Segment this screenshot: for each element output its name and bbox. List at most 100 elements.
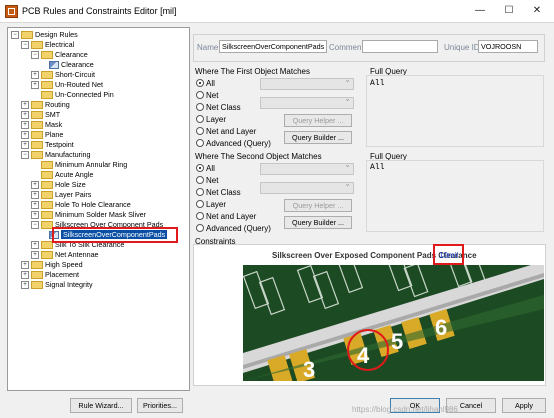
first-radio-net[interactable] [196,91,204,99]
second-option-label: Net and Layer [206,212,257,221]
apply-button[interactable]: Apply [502,398,546,413]
first-query-helper-button[interactable]: Query Helper ... [284,114,352,127]
tree-node-high-speed[interactable]: + High Speed [21,260,83,270]
folder-icon [41,91,53,100]
first-radio-all[interactable] [196,79,204,87]
comment-label: Comment [329,43,364,52]
second-option-label: Net Class [206,188,241,197]
tree-node-layer-pairs[interactable]: + Layer Pairs [31,190,91,200]
tree-node-hole-to-hole[interactable]: + Hole To Hole Clearance [31,200,131,210]
folder-icon [31,41,43,50]
second-match-title: Where The Second Object Matches [195,152,322,161]
second-query-helper-button[interactable]: Query Helper ... [284,199,352,212]
expand-icon[interactable]: + [31,81,39,90]
tree-node-unconnected-pin[interactable]: Un-Connected Pin [41,90,114,100]
tree-node-short-circuit[interactable]: + Short-Circuit [31,70,95,80]
folder-icon [31,131,43,140]
tree-node-plane[interactable]: + Plane [21,130,63,140]
first-radio-net-and-layer[interactable] [196,127,204,135]
first-query-builder-button[interactable]: Query Builder ... [284,131,352,144]
pad-number-6: 6 [435,315,447,340]
folder-icon [31,261,43,270]
title-bar: PCB Rules and Constraints Editor [mil] —… [0,0,554,23]
folder-icon [41,71,53,80]
first-radio-net-class[interactable] [196,103,204,111]
second-option-label: Layer [206,200,227,209]
folder-icon [31,141,43,150]
expand-icon[interactable]: + [31,211,39,220]
unique-id-label: Unique ID [444,43,480,52]
tree-node-hole-size[interactable]: + Hole Size [31,180,86,190]
tree-node-mask[interactable]: + Mask [21,120,62,130]
name-label: Name [197,43,219,52]
folder-icon [21,31,33,40]
second-combo-1[interactable] [260,160,354,175]
expand-icon[interactable]: + [31,71,39,80]
expand-icon[interactable]: + [31,251,39,260]
expand-icon[interactable]: + [21,271,29,280]
expand-icon[interactable]: + [21,261,29,270]
tree-node-min-solder-mask[interactable]: + Minimum Solder Mask Sliver [31,210,146,220]
tree-node-net-antennae[interactable]: + Net Antennae [31,250,99,260]
second-query-builder-button[interactable]: Query Builder ... [284,216,352,229]
collapse-icon[interactable]: − [31,51,39,60]
tree-node-signal-integrity[interactable]: + Signal Integrity [21,280,93,290]
first-full-query-box [366,75,544,147]
tree-node-placement[interactable]: + Placement [21,270,79,280]
first-option-label: Advanced (Query) [206,139,271,148]
folder-icon [41,201,53,210]
expand-icon[interactable]: + [31,181,39,190]
expand-icon[interactable]: + [31,191,39,200]
collapse-icon[interactable]: − [21,151,29,160]
second-radio-net-and-layer[interactable] [196,212,204,220]
tree-node-routing[interactable]: + Routing [21,100,70,110]
first-radio-advanced[interactable] [196,139,204,147]
second-radio-advanced[interactable] [196,224,204,232]
rule-name-field[interactable]: SilkscreenOverComponentPads [219,40,327,53]
tree-node-clearance-rule[interactable]: Clearance [49,60,94,70]
folder-icon [31,151,43,160]
second-radio-layer[interactable] [196,200,204,208]
second-option-label: Net [206,176,219,185]
rule-wizard-button[interactable]: Rule Wizard... [70,398,132,413]
collapse-icon[interactable]: − [31,221,39,230]
priorities-button[interactable]: Priorities... [137,398,183,413]
expand-icon[interactable]: + [21,141,29,150]
expand-icon[interactable]: + [31,201,39,210]
first-combo-1[interactable] [260,75,354,90]
tree-node-acute-angle[interactable]: Acute Angle [41,170,93,180]
second-radio-net[interactable] [196,176,204,184]
folder-icon [41,81,53,90]
tree-node-unrouted-net[interactable]: + Un-Routed Net [31,80,103,90]
unique-id-field[interactable]: VOJROOSN [478,40,538,53]
tree-node-min-annular-ring[interactable]: Minimum Annular Ring [41,160,127,170]
tree-node-electrical[interactable]: − Electrical [21,40,74,50]
maximize-button[interactable]: ☐ [495,3,523,18]
collapse-icon[interactable]: − [21,41,29,50]
second-radio-net-class[interactable] [196,188,204,196]
app-icon [5,5,18,18]
expand-icon[interactable]: + [31,241,39,250]
expand-icon[interactable]: + [21,101,29,110]
rule-icon [49,61,59,70]
expand-icon[interactable]: + [21,281,29,290]
expand-icon[interactable]: + [21,121,29,130]
folder-icon [31,281,43,290]
selection-highlight-box [52,227,178,243]
comment-field[interactable] [362,40,438,53]
second-radio-all[interactable] [196,164,204,172]
expand-icon[interactable]: + [21,111,29,120]
second-option-label: All [206,164,215,173]
second-combo-2[interactable] [260,179,354,194]
collapse-icon[interactable]: − [11,31,19,40]
minimize-button[interactable]: — [466,3,494,18]
first-radio-layer[interactable] [196,115,204,123]
tree-node-clearance-group[interactable]: − Clearance [31,50,88,60]
first-combo-2[interactable] [260,94,354,109]
tree-node-testpoint[interactable]: + Testpoint [21,140,74,150]
tree-node-design-rules[interactable]: − Design Rules [11,30,78,40]
tree-node-smt[interactable]: + SMT [21,110,60,120]
expand-icon[interactable]: + [21,131,29,140]
tree-node-manufacturing[interactable]: − Manufacturing [21,150,91,160]
close-button[interactable]: ✕ [523,3,551,18]
